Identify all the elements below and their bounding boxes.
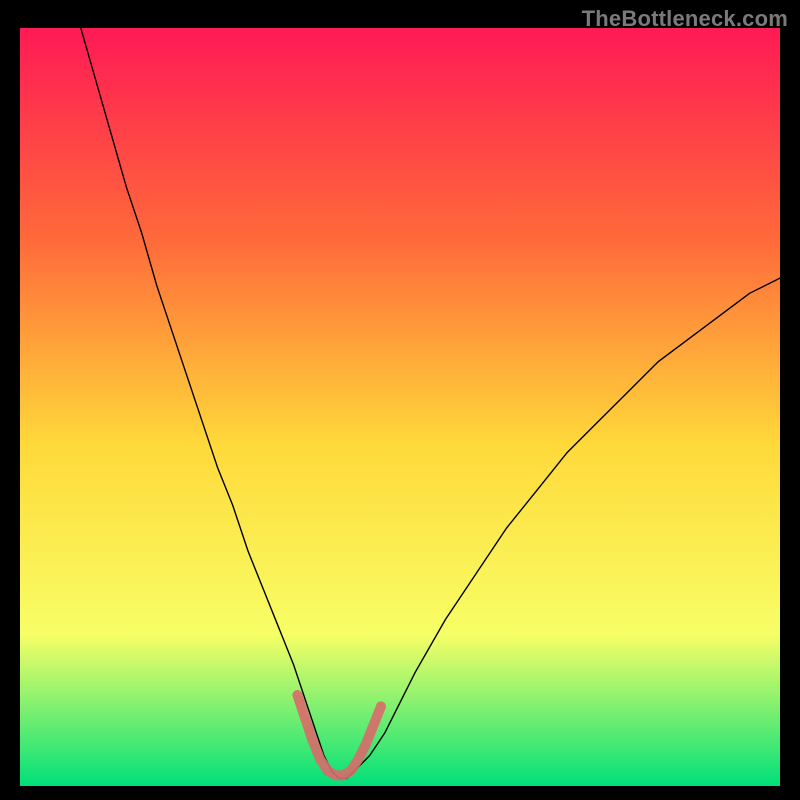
- gradient-background: [20, 28, 780, 786]
- chart-frame: TheBottleneck.com: [0, 0, 800, 800]
- chart-svg: [20, 28, 780, 786]
- watermark-text: TheBottleneck.com: [582, 6, 788, 32]
- plot-area: [20, 28, 780, 786]
